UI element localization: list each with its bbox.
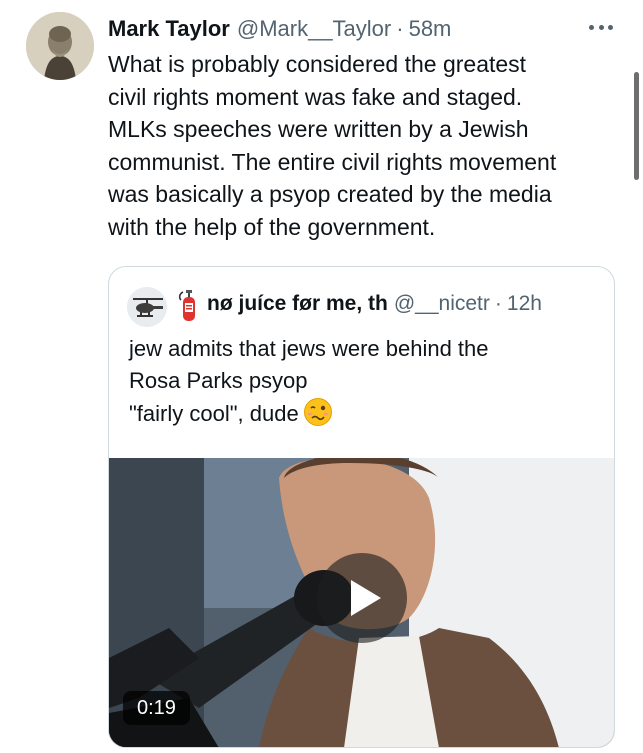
quoted-tweet-header: nø juíce før me, th @__nicetr · 12h xyxy=(207,289,542,319)
tweet[interactable]: Mark Taylor @Mark__Taylor · 58m What is … xyxy=(0,0,643,753)
quoted-author-name[interactable]: nø juíce før me, th xyxy=(207,292,388,316)
quoted-author-avatar[interactable] xyxy=(127,287,167,327)
fire-extinguisher-icon xyxy=(177,288,199,322)
author-name[interactable]: Mark Taylor xyxy=(108,16,230,42)
quoted-text-line: jew admits that jews were behind the xyxy=(129,336,489,361)
play-icon[interactable] xyxy=(317,553,407,643)
tweet-text: What is probably considered the greatest… xyxy=(108,51,557,240)
video-duration-badge: 0:19 xyxy=(123,691,190,725)
quoted-text-line: Rosa Parks psyop xyxy=(129,368,308,393)
tweet-header: Mark Taylor @Mark__Taylor · 58m xyxy=(108,14,451,44)
author-avatar[interactable] xyxy=(26,12,94,80)
quoted-author-handle[interactable]: @__nicetr xyxy=(394,292,490,316)
quoted-tweet-text: jew admits that jews were behind the Ros… xyxy=(129,333,599,430)
quoted-text-line: "fairly cool", dude xyxy=(129,397,599,430)
woozy-face-icon xyxy=(303,397,333,427)
quoted-tweet[interactable]: nø juíce før me, th @__nicetr · 12h jew … xyxy=(108,266,615,748)
quoted-header-separator: · xyxy=(494,292,502,315)
author-handle[interactable]: @Mark__Taylor xyxy=(237,16,391,42)
ellipsis-icon[interactable] xyxy=(586,14,616,40)
tweet-timestamp[interactable]: 58m xyxy=(409,16,452,42)
helicopter-icon xyxy=(127,287,167,327)
scrollbar[interactable] xyxy=(634,72,639,180)
video-player[interactable]: 0:19 xyxy=(109,458,614,747)
author-avatar-image xyxy=(26,12,94,80)
header-separator: · xyxy=(396,16,404,41)
quoted-tweet-timestamp[interactable]: 12h xyxy=(507,292,542,316)
